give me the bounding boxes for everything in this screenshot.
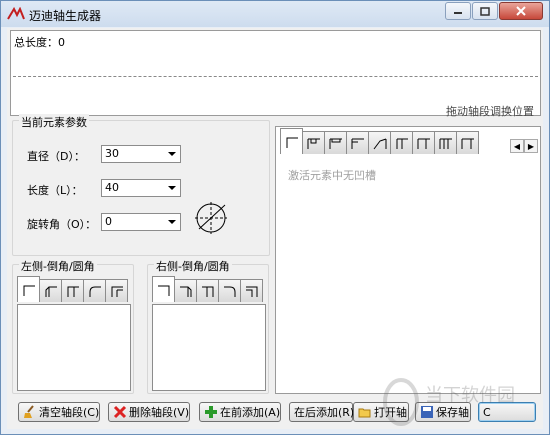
right-chamfer-group: 右侧-倒角/圆角 bbox=[147, 258, 269, 394]
diameter-label: 直径（D）： bbox=[27, 150, 85, 163]
rotation-label: 旋转角（O）： bbox=[27, 218, 97, 231]
groove-tab-3[interactable] bbox=[324, 131, 347, 154]
chevron-left-icon: ◀ bbox=[513, 141, 521, 151]
chamfer-icon bbox=[179, 286, 191, 297]
right-chamfer-tab-2[interactable] bbox=[174, 279, 197, 302]
element-params-group: 当前元素参数 直径（D）： 30 长度（L）： 40 旋转角（O）： 0 bbox=[12, 114, 270, 256]
step-icon bbox=[111, 286, 123, 297]
plus-icon bbox=[205, 406, 217, 418]
groove-icon bbox=[329, 138, 342, 149]
shaft-centerline bbox=[13, 76, 538, 77]
tab-scroll-right-button[interactable]: ▶ bbox=[524, 139, 538, 153]
close-button[interactable] bbox=[499, 2, 543, 20]
groove-icon bbox=[417, 138, 430, 149]
add-before-label: 在前添加(A) bbox=[220, 406, 281, 419]
minimize-button[interactable] bbox=[445, 2, 471, 20]
delete-shaft-button[interactable]: 删除轴段(V) bbox=[108, 402, 190, 422]
chamfer-icon bbox=[67, 286, 79, 297]
add-before-button[interactable]: 在前添加(A) bbox=[199, 402, 281, 422]
clear-shaft-button[interactable]: 清空轴段(C) bbox=[18, 402, 100, 422]
inactive-message: 激活元素中无凹槽 bbox=[288, 169, 376, 182]
groove-tab-8[interactable] bbox=[434, 131, 457, 154]
watermark: 当下软件园 bbox=[379, 373, 549, 433]
right-chamfer-tab-5[interactable] bbox=[240, 279, 263, 302]
rotation-value: 0 bbox=[105, 215, 112, 228]
total-length-label: 总长度：0 bbox=[14, 36, 65, 49]
delete-x-icon bbox=[113, 405, 127, 419]
delete-shaft-label: 删除轴段(V) bbox=[129, 406, 190, 419]
right-chamfer-tab-3[interactable] bbox=[196, 279, 219, 302]
app-logo-icon bbox=[7, 7, 25, 20]
add-after-button[interactable]: 在后添加(R) bbox=[289, 402, 355, 422]
length-value: 40 bbox=[105, 181, 119, 194]
tab-scroll-arrows: ◀ ▶ bbox=[510, 139, 538, 153]
chevron-down-icon bbox=[168, 220, 176, 224]
chevron-down-icon bbox=[168, 186, 176, 190]
minimize-icon bbox=[454, 12, 462, 14]
left-chamfer-title: 左侧-倒角/圆角 bbox=[19, 258, 97, 274]
groove-tabs bbox=[280, 128, 479, 154]
groove-tab-4[interactable] bbox=[346, 131, 369, 154]
window-title: 迈迪轴生成器 bbox=[29, 9, 102, 23]
close-icon bbox=[516, 6, 526, 16]
corner-none-icon bbox=[23, 285, 35, 296]
add-after-label: 在后添加(R) bbox=[294, 406, 355, 419]
round-icon bbox=[89, 286, 101, 297]
chamfer-icon bbox=[201, 286, 213, 297]
title-bar: 迈迪轴生成器 bbox=[1, 1, 549, 27]
diameter-combo[interactable]: 30 bbox=[101, 145, 181, 163]
length-label: 长度（L）： bbox=[27, 184, 83, 197]
chamfer-icon bbox=[45, 286, 57, 297]
groove-icon bbox=[396, 138, 408, 149]
left-chamfer-content bbox=[17, 304, 131, 391]
drag-hint-text: 拖动轴段调换位置 bbox=[446, 105, 534, 118]
corner-none-icon bbox=[157, 285, 169, 296]
groove-tab-5[interactable] bbox=[368, 131, 391, 154]
left-chamfer-tab-4[interactable] bbox=[83, 279, 106, 302]
groove-icon bbox=[439, 138, 452, 149]
groove-tab-7[interactable] bbox=[412, 131, 435, 154]
folder-open-icon bbox=[358, 408, 371, 418]
right-chamfer-content bbox=[152, 304, 266, 391]
left-chamfer-tab-none[interactable] bbox=[17, 276, 40, 302]
tab-scroll-left-button[interactable]: ◀ bbox=[510, 139, 524, 153]
maximize-button[interactable] bbox=[472, 2, 498, 20]
left-chamfer-tab-2[interactable] bbox=[39, 279, 62, 302]
shaft-preview-panel[interactable]: 总长度：0 拖动轴段调换位置 bbox=[10, 30, 541, 118]
maximize-icon bbox=[480, 6, 490, 16]
groove-icon bbox=[461, 138, 474, 149]
left-chamfer-tab-5[interactable] bbox=[105, 279, 128, 302]
groove-tab-none[interactable] bbox=[280, 128, 303, 154]
broom-icon bbox=[24, 405, 34, 418]
watermark-text: 当下软件园 bbox=[425, 385, 515, 406]
watermark-logo-icon bbox=[383, 378, 419, 426]
chevron-down-icon bbox=[168, 152, 176, 156]
round-icon bbox=[223, 286, 235, 297]
chevron-right-icon: ▶ bbox=[527, 141, 535, 151]
rotation-combo[interactable]: 0 bbox=[101, 213, 181, 231]
groove-tab-6[interactable] bbox=[390, 131, 413, 154]
right-chamfer-tab-4[interactable] bbox=[218, 279, 241, 302]
client-area: 总长度：0 拖动轴段调换位置 当前元素参数 直径（D）： 30 长度（L）： 4… bbox=[7, 28, 543, 429]
groove-element-panel: ◀ ▶ 激活元素中无凹槽 bbox=[275, 126, 541, 394]
corner-none-icon bbox=[286, 137, 298, 148]
left-chamfer-group: 左侧-倒角/圆角 bbox=[12, 258, 134, 394]
groove-icon bbox=[373, 138, 386, 150]
main-window: 迈迪轴生成器 总长度：0 拖动轴段调换位置 当前元素参数 直径（D）： 30 长… bbox=[0, 0, 550, 435]
step-icon bbox=[245, 286, 257, 297]
right-chamfer-title: 右侧-倒角/圆角 bbox=[154, 258, 232, 274]
params-group-title: 当前元素参数 bbox=[19, 114, 89, 130]
groove-tab-9[interactable] bbox=[456, 131, 479, 154]
groove-icon bbox=[351, 138, 364, 149]
length-combo[interactable]: 40 bbox=[101, 179, 181, 197]
groove-tab-2[interactable] bbox=[302, 131, 325, 154]
circle-rotation-icon bbox=[195, 202, 227, 234]
clear-shaft-label: 清空轴段(C) bbox=[39, 406, 100, 419]
right-chamfer-tab-none[interactable] bbox=[152, 276, 175, 302]
groove-icon bbox=[307, 138, 320, 149]
diameter-value: 30 bbox=[105, 147, 119, 160]
left-chamfer-tab-3[interactable] bbox=[61, 279, 84, 302]
